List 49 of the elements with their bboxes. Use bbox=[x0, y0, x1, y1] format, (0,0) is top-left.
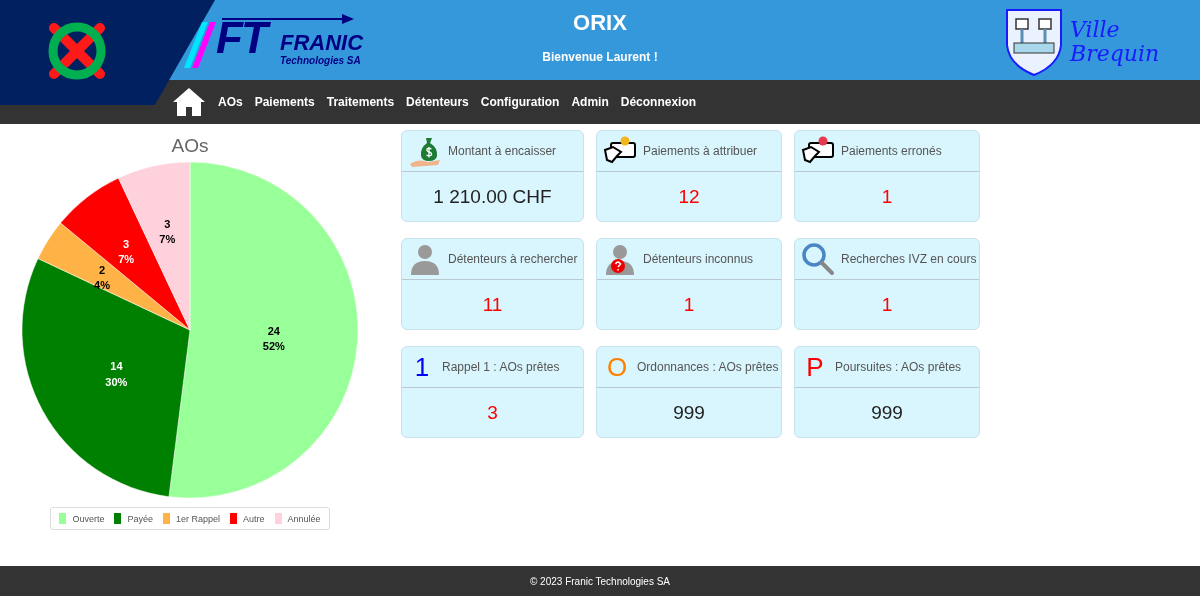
card-value: 12 bbox=[677, 184, 701, 209]
home-icon[interactable] bbox=[172, 87, 206, 117]
nav-link[interactable]: Configuration bbox=[480, 95, 560, 109]
letter-icon: 1 bbox=[408, 351, 436, 383]
nav-link[interactable]: AOs bbox=[218, 95, 243, 109]
card-value: 1 bbox=[880, 292, 894, 317]
card-value: 1 bbox=[880, 184, 894, 209]
data-label: 14 bbox=[110, 360, 123, 373]
data-label: 3 bbox=[123, 237, 130, 250]
card-label: Paiements erronés bbox=[841, 144, 942, 158]
percent-label: 30% bbox=[105, 375, 128, 388]
city-crest-icon bbox=[1004, 7, 1064, 77]
card-label: Recherches IVZ en cours bbox=[841, 252, 977, 266]
card-value: 999 bbox=[870, 400, 904, 425]
letter-icon: O bbox=[603, 351, 631, 383]
footer-text: © 2023 Franic Technologies SA bbox=[529, 575, 670, 587]
card-label: Poursuites : AOs prêtes bbox=[835, 360, 962, 374]
card-value: 1 210.00 CHF bbox=[432, 184, 553, 209]
card-label: Rappel 1 : AOs prêtes bbox=[442, 360, 560, 374]
card-label: Paiements à attribuer bbox=[643, 144, 758, 158]
city-name: Ville Brequin bbox=[1070, 18, 1160, 66]
person-icon bbox=[408, 242, 442, 276]
welcome-message: Bienvenue Laurent ! bbox=[542, 50, 658, 64]
app-title: ORIX bbox=[573, 10, 627, 36]
card-value: 999 bbox=[672, 400, 706, 425]
chart-legend: Ouverte Payée 1er Rappel Autre Annulée bbox=[50, 507, 330, 530]
nav-link[interactable]: Traitements bbox=[326, 95, 395, 109]
card-label: Montant à encaisser bbox=[448, 144, 557, 158]
percent-label: 7% bbox=[118, 252, 135, 265]
unknown-person-icon bbox=[603, 242, 637, 276]
nav-link[interactable]: Paiements bbox=[254, 95, 315, 109]
nav-link[interactable]: Détenteurs bbox=[406, 95, 469, 109]
letter-icon: P bbox=[801, 351, 829, 383]
card-value: 3 bbox=[486, 400, 499, 425]
percent-label: 4% bbox=[94, 279, 111, 292]
chart-title: AOs bbox=[171, 135, 209, 157]
nav-link[interactable]: Déconnexion bbox=[620, 95, 697, 109]
percent-label: 52% bbox=[262, 340, 285, 353]
data-label: 2 bbox=[99, 264, 106, 277]
data-label: 24 bbox=[267, 325, 280, 338]
search-icon bbox=[801, 242, 835, 276]
card-label: Détenteurs inconnus bbox=[643, 252, 754, 266]
card-value: 1 bbox=[682, 292, 696, 317]
data-label: 3 bbox=[164, 218, 171, 231]
nav-link[interactable]: Admin bbox=[571, 95, 609, 109]
card-value: 11 bbox=[481, 292, 504, 317]
card-label: Détenteurs à rechercher bbox=[448, 252, 578, 266]
card-label: Ordonnances : AOs prêtes bbox=[637, 360, 779, 374]
percent-label: 7% bbox=[159, 233, 176, 246]
